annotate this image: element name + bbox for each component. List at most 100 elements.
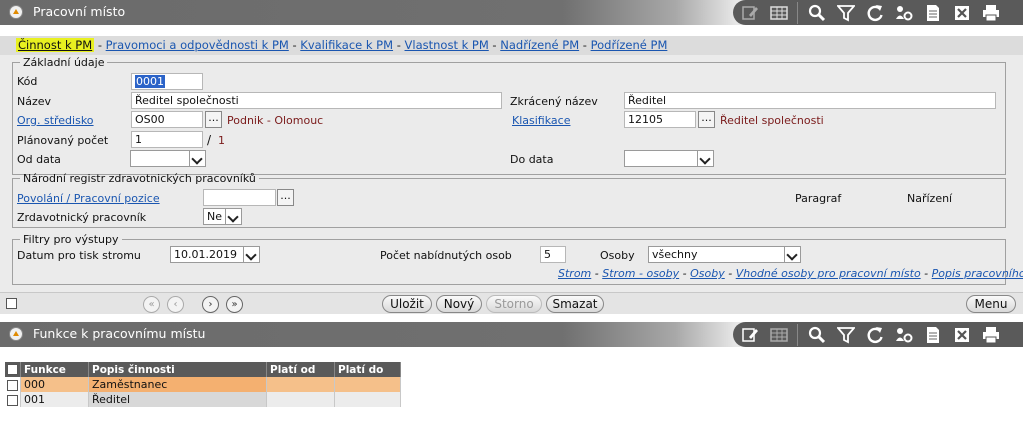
povolani-picker-button[interactable]: ... — [277, 189, 294, 206]
chevron-down-icon — [697, 151, 713, 166]
stredisko-link[interactable]: Org. středisko — [17, 114, 94, 127]
table-header: Funkce Popis činnosti Platí od Platí do — [5, 362, 401, 377]
zdrav-select[interactable]: Ne — [203, 208, 242, 225]
toolbar — [733, 322, 1023, 347]
klasifikace-text: Ředitel společnosti — [720, 114, 824, 127]
kod-input[interactable]: 0001 — [131, 73, 203, 90]
column-header-plati-od[interactable]: Platí od — [266, 362, 335, 377]
group-legend: Základní údaje — [23, 56, 105, 69]
povolani-input[interactable] — [203, 189, 276, 206]
settings-icon[interactable] — [893, 325, 915, 345]
collapse-icon[interactable] — [9, 5, 23, 19]
excel-icon[interactable] — [951, 3, 973, 23]
group-legend: Filtry pro výstupy — [23, 233, 119, 246]
povolani-link[interactable]: Povolání / Pracovní pozice — [17, 192, 160, 205]
narizeni-label: Nařízení — [907, 192, 953, 205]
stredisko-picker-button[interactable]: ... — [205, 111, 222, 128]
edit-icon[interactable] — [739, 3, 761, 23]
planovany-total: 1 — [218, 134, 225, 147]
nazev-input[interactable]: Ředitel společnosti — [131, 92, 502, 109]
cell-plati-do — [334, 377, 401, 392]
cell-funkce: 001 — [20, 392, 89, 407]
first-record-icon[interactable]: « — [143, 296, 160, 313]
cell-funkce: 000 — [20, 377, 89, 392]
datum-label: Datum pro tisk stromu — [17, 249, 141, 262]
table-icon[interactable] — [768, 3, 790, 23]
search-icon[interactable] — [806, 325, 828, 345]
column-header-popis[interactable]: Popis činnosti — [88, 362, 267, 377]
link-strom-osoby[interactable]: Strom - osoby — [602, 267, 679, 280]
klasifikace-picker-button[interactable]: ... — [698, 111, 715, 128]
od-label: Od data — [17, 153, 61, 166]
panel-titlebar-pracovni-misto: Pracovní místo — [0, 0, 1023, 25]
link-popis-mista[interactable]: Popis pracovního místa — [932, 267, 1023, 280]
kod-label: Kód — [17, 75, 38, 88]
settings-icon[interactable] — [893, 3, 915, 23]
table-row[interactable]: 001 Ředitel — [5, 392, 401, 407]
edit-icon[interactable] — [739, 325, 761, 345]
filter-icon[interactable] — [835, 325, 857, 345]
od-date-select[interactable] — [130, 150, 206, 167]
last-record-icon[interactable]: » — [226, 296, 243, 313]
osoby-select[interactable]: všechny — [648, 246, 801, 263]
panel-title: Funkce k pracovnímu místu — [33, 326, 206, 341]
print-icon[interactable] — [980, 325, 1002, 345]
search-icon[interactable] — [806, 3, 828, 23]
action-bar: « ‹ › » Uložit Nový Storno Smazat Menu — [0, 292, 1023, 314]
menu-button[interactable]: Menu — [966, 295, 1016, 313]
zkraceny-input[interactable]: Ředitel — [624, 92, 996, 109]
stredisko-text: Podnik - Olomouc — [227, 114, 324, 127]
tab-cinnost[interactable]: Činnost k PM — [16, 38, 95, 52]
cancel-button[interactable]: Storno — [486, 295, 542, 313]
select-all-checkbox[interactable] — [7, 364, 18, 375]
document-icon[interactable] — [922, 325, 944, 345]
datum-select[interactable]: 10.01.2019 — [170, 246, 260, 263]
cell-popis: Zaměstnanec — [88, 377, 267, 392]
table-row[interactable]: 000 Zaměstnanec — [5, 377, 401, 392]
klasifikace-input[interactable]: 12105 — [624, 111, 696, 128]
table-icon[interactable] — [768, 325, 790, 345]
column-header-funkce[interactable]: Funkce — [20, 362, 89, 377]
klasifikace-link[interactable]: Klasifikace — [512, 114, 570, 127]
link-vhodne-osoby[interactable]: Vhodné osoby pro pracovní místo — [736, 267, 921, 280]
funkce-table: Funkce Popis činnosti Platí od Platí do … — [5, 362, 401, 407]
do-date-select[interactable] — [624, 150, 714, 167]
next-record-icon[interactable]: › — [202, 296, 219, 313]
column-header-plati-do[interactable]: Platí do — [334, 362, 401, 377]
collapse-icon[interactable] — [9, 327, 23, 341]
excel-icon[interactable] — [951, 325, 973, 345]
tab-nadrizene[interactable]: Nadřízené PM — [500, 38, 579, 52]
zkraceny-label: Zkrácený název — [510, 95, 598, 108]
paragraf-label: Paragraf — [795, 192, 842, 205]
do-label: Do data — [510, 153, 554, 166]
panel-titlebar-funkce: Funkce k pracovnímu místu — [0, 322, 1023, 347]
refresh-icon[interactable] — [864, 325, 886, 345]
tab-vlastnost[interactable]: Vlastnost k PM — [405, 38, 489, 52]
row-checkbox[interactable] — [7, 379, 18, 391]
filter-icon[interactable] — [835, 3, 857, 23]
cell-plati-od — [266, 377, 335, 392]
tab-podrizene[interactable]: Podřízené PM — [591, 38, 668, 52]
planovany-slash: / — [207, 133, 212, 147]
stredisko-input[interactable]: OS00 — [131, 111, 203, 128]
chevron-down-icon — [243, 247, 259, 262]
tabs: Činnost k PM - Pravomoci a odpovědnosti … — [16, 38, 668, 52]
link-strom[interactable]: Strom — [558, 267, 591, 280]
delete-button[interactable]: Smazat — [546, 295, 604, 313]
tab-pravomoci[interactable]: Pravomoci a odpovědnosti k PM — [106, 38, 289, 52]
new-button[interactable]: Nový — [436, 295, 482, 313]
refresh-icon[interactable] — [864, 3, 886, 23]
document-icon[interactable] — [922, 3, 944, 23]
zdrav-label: Zrdavotnický pracovník — [17, 211, 147, 224]
print-icon[interactable] — [980, 3, 1002, 23]
save-button[interactable]: Uložit — [382, 295, 432, 313]
select-checkbox[interactable] — [6, 298, 17, 309]
row-checkbox[interactable] — [7, 394, 18, 406]
link-osoby[interactable]: Osoby — [690, 267, 725, 280]
tab-kvalifikace[interactable]: Kvalifikace k PM — [300, 38, 393, 52]
nazev-label: Název — [17, 95, 52, 108]
prev-record-icon[interactable]: ‹ — [167, 296, 184, 313]
planovany-input[interactable]: 1 — [131, 131, 203, 148]
pocet-input[interactable]: 5 — [540, 246, 566, 263]
form-area: Základní údaje Kód 0001 Název Ředitel sp… — [0, 55, 1023, 292]
